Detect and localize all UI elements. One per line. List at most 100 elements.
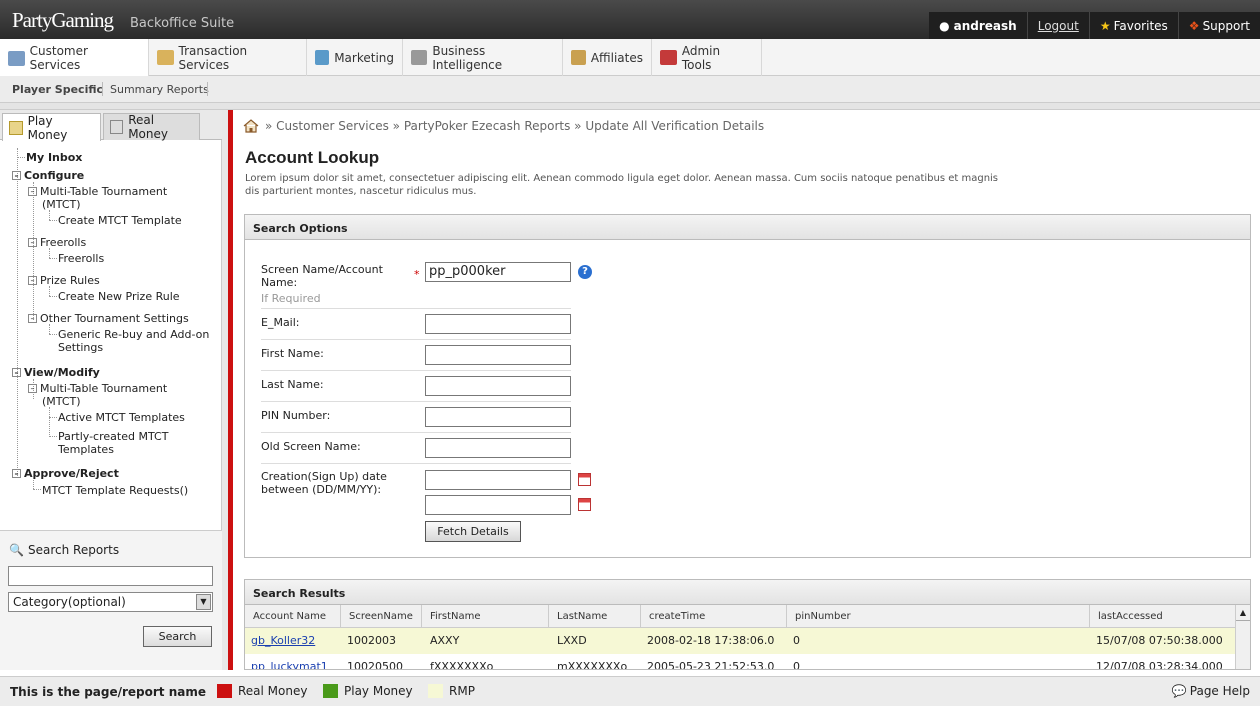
screen-name-input[interactable]: pp_p000ker bbox=[425, 262, 571, 282]
breadcrumb-path[interactable]: » Customer Services » PartyPoker Ezecash… bbox=[265, 119, 764, 133]
pin-input[interactable] bbox=[425, 407, 571, 427]
tree-item-view-modify[interactable]: – View/Modify bbox=[12, 366, 100, 379]
username: andreash bbox=[953, 18, 1017, 33]
nav-label: Business Intelligence bbox=[432, 43, 503, 72]
collapse-icon[interactable]: – bbox=[12, 469, 21, 478]
collapse-icon[interactable]: – bbox=[28, 238, 37, 247]
nav-business-intelligence[interactable]: Business Intelligence bbox=[403, 39, 563, 76]
main-content: » Customer Services » PartyPoker Ezecash… bbox=[233, 110, 1260, 670]
logout-label[interactable]: Logout bbox=[1038, 19, 1079, 33]
table-cell: 2008-02-18 17:38:06.0 bbox=[647, 634, 775, 647]
tree-item-prize-rules[interactable]: – Prize Rules bbox=[28, 274, 100, 287]
tree-item-approve-reject[interactable]: – Approve/Reject bbox=[12, 467, 119, 480]
column-header[interactable]: pinNumber bbox=[787, 605, 1090, 628]
nav-affiliates[interactable]: Affiliates bbox=[563, 39, 652, 76]
sub-nav: Player Specific Summary Reports bbox=[0, 76, 1260, 103]
category-select[interactable]: Category(optional) ▼ bbox=[8, 592, 213, 612]
account-link[interactable]: gb_Koller32 bbox=[251, 634, 315, 647]
tree-item-create-prize[interactable]: Create New Prize Rule bbox=[58, 290, 180, 303]
column-header[interactable]: ScreenName bbox=[341, 605, 422, 628]
first-name-input[interactable] bbox=[425, 345, 571, 365]
tree-item-mtct-view-abbr: (MTCT) bbox=[42, 395, 81, 408]
nav-admin-tools[interactable]: Admin Tools bbox=[652, 39, 762, 76]
results-scrollbar[interactable]: ▲ bbox=[1235, 605, 1250, 669]
nav-customer-services[interactable]: Customer Services bbox=[0, 39, 149, 77]
last-name-input[interactable] bbox=[425, 376, 571, 396]
breadcrumb: » Customer Services » PartyPoker Ezecash… bbox=[243, 119, 764, 133]
column-header[interactable]: createTime bbox=[641, 605, 787, 628]
tree-item-create-mtct[interactable]: Create MTCT Template bbox=[58, 214, 182, 227]
divider bbox=[102, 82, 103, 96]
calendar-icon[interactable] bbox=[578, 498, 591, 511]
footer: This is the page/report name Real Money … bbox=[0, 676, 1260, 706]
user-icon: ● bbox=[939, 18, 950, 33]
nav-label: Customer Services bbox=[29, 44, 88, 72]
tree-item-template-requests[interactable]: MTCT Template Requests() bbox=[42, 484, 188, 497]
scroll-up-icon[interactable]: ▲ bbox=[1236, 605, 1250, 621]
horizontal-splitter[interactable] bbox=[0, 103, 1260, 110]
table-cell: mXXXXXXXo bbox=[557, 660, 628, 670]
home-icon[interactable] bbox=[243, 119, 259, 133]
divider bbox=[261, 401, 571, 402]
tree-line bbox=[49, 296, 57, 297]
collapse-icon[interactable]: – bbox=[28, 187, 37, 196]
tree-item-partly-created[interactable]: Partly-created MTCT bbox=[58, 430, 168, 443]
tree-item-freerolls[interactable]: – Freerolls bbox=[28, 236, 86, 249]
nav-marketing[interactable]: Marketing bbox=[307, 39, 403, 76]
search-button[interactable]: Search bbox=[143, 626, 212, 647]
play-money-icon bbox=[9, 120, 23, 135]
date-from-input[interactable] bbox=[425, 470, 571, 490]
table-cell[interactable]: pp_luckymat1 bbox=[245, 654, 334, 669]
tab-play-money[interactable]: Play Money bbox=[2, 113, 101, 142]
collapse-icon[interactable]: – bbox=[28, 276, 37, 285]
tree-item-rebuy[interactable]: Generic Re-buy and Add-on bbox=[58, 328, 209, 341]
tab-real-money[interactable]: Real Money bbox=[103, 113, 200, 141]
page-report-name: This is the page/report name bbox=[10, 685, 206, 699]
table-cell: 10020500 bbox=[347, 660, 403, 670]
tree-item-configure[interactable]: – Configure bbox=[12, 169, 84, 182]
page-description: Lorem ipsum dolor sit amet, consectetuer… bbox=[245, 173, 999, 197]
page-help-button[interactable]: 💬 Page Help bbox=[1172, 684, 1250, 698]
search-options-heading: Search Options bbox=[245, 215, 1250, 240]
collapse-icon[interactable]: – bbox=[12, 171, 21, 180]
logout-link[interactable]: Logout bbox=[1026, 12, 1089, 39]
tree-item-rebuy-line2[interactable]: Settings bbox=[58, 341, 103, 354]
table-cell[interactable]: gb_Koller32 bbox=[245, 628, 321, 654]
tree-item-partly-created-line2[interactable]: Templates bbox=[58, 443, 114, 456]
tree-item-mtct-abbr: (MTCT) bbox=[42, 198, 81, 211]
fetch-details-button[interactable]: Fetch Details bbox=[425, 521, 521, 542]
tree-item-inbox[interactable]: My Inbox bbox=[26, 151, 82, 164]
favorites-button[interactable]: ★ Favorites bbox=[1088, 12, 1178, 39]
subtab-player-specific[interactable]: Player Specific bbox=[12, 83, 103, 96]
account-link[interactable]: pp_luckymat1 bbox=[251, 660, 328, 669]
column-header[interactable]: Account Name bbox=[245, 605, 341, 628]
divider bbox=[207, 82, 208, 96]
tree-line bbox=[49, 407, 50, 437]
collapse-icon[interactable]: – bbox=[12, 368, 21, 377]
tree-item-mtct[interactable]: – Multi-Table Tournament bbox=[28, 185, 167, 198]
pin-label: PIN Number: bbox=[261, 409, 331, 422]
date-to-input[interactable] bbox=[425, 495, 571, 515]
help-icon[interactable]: ? bbox=[578, 265, 592, 279]
chevron-down-icon[interactable]: ▼ bbox=[196, 594, 211, 610]
calendar-icon[interactable] bbox=[578, 473, 591, 486]
column-header[interactable]: FirstName bbox=[422, 605, 549, 628]
tree-line bbox=[33, 489, 41, 490]
tree-item-mtct-view[interactable]: – Multi-Table Tournament bbox=[28, 382, 167, 395]
column-header[interactable]: LastName bbox=[549, 605, 641, 628]
search-options-panel: Search Options Screen Name/Account Name:… bbox=[244, 214, 1251, 558]
tree-item-other-settings[interactable]: – Other Tournament Settings bbox=[28, 312, 189, 325]
column-header[interactable]: lastAccessed bbox=[1090, 605, 1250, 628]
search-reports-title: Search Reports bbox=[28, 543, 120, 557]
tree-item-active-mtct[interactable]: Active MTCT Templates bbox=[58, 411, 185, 424]
search-reports-input[interactable] bbox=[8, 566, 213, 586]
tree-line bbox=[33, 480, 34, 489]
collapse-icon[interactable]: – bbox=[28, 384, 37, 393]
email-input[interactable] bbox=[425, 314, 571, 334]
support-button[interactable]: ❖ Support bbox=[1177, 12, 1260, 39]
tree-item-freerolls-child[interactable]: Freerolls bbox=[58, 252, 104, 265]
collapse-icon[interactable]: – bbox=[28, 314, 37, 323]
old-screen-name-input[interactable] bbox=[425, 438, 571, 458]
nav-transaction-services[interactable]: Transaction Services bbox=[149, 39, 307, 76]
subtab-summary-reports[interactable]: Summary Reports bbox=[110, 83, 209, 96]
